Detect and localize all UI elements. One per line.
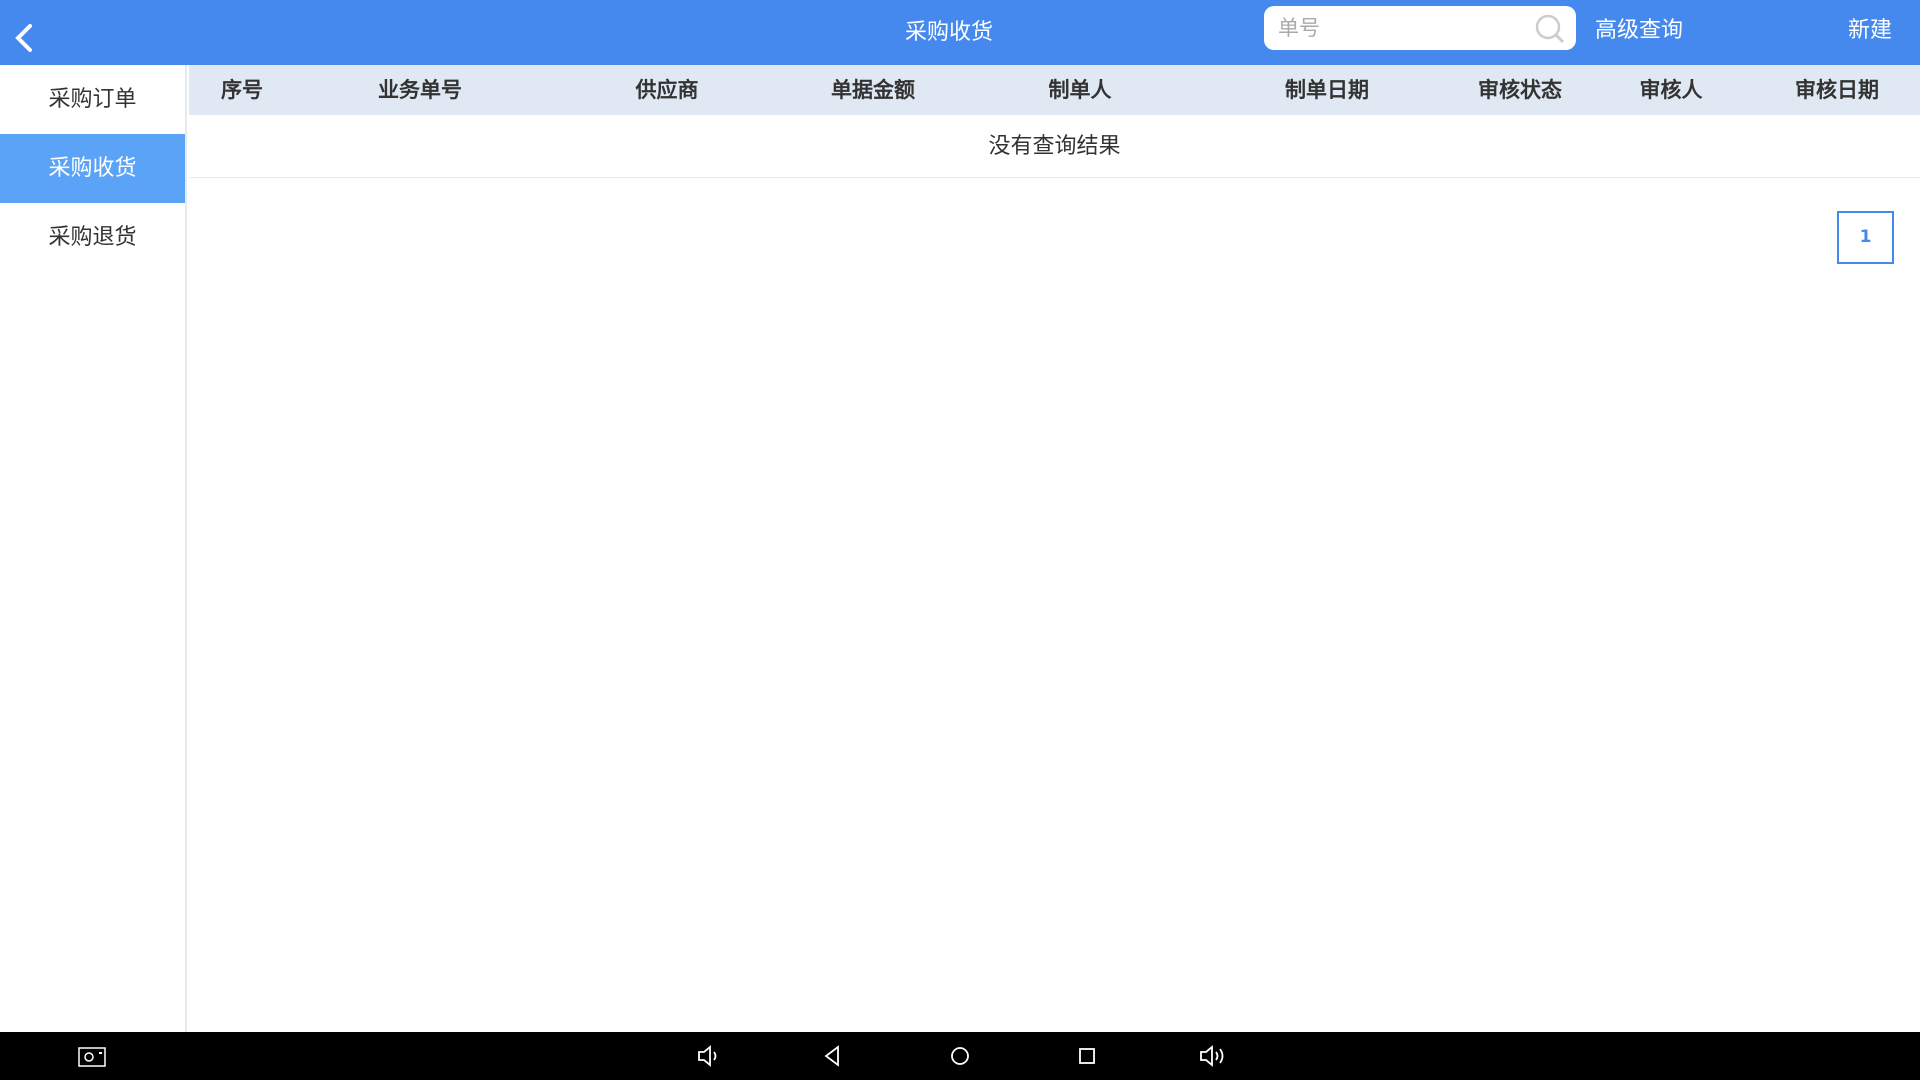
column-header: 审核状态 (1478, 65, 1562, 115)
column-header: 审核人 (1640, 65, 1703, 115)
top-bar: 采购收货 高级查询 新建 (0, 0, 1920, 65)
recents-icon[interactable] (1072, 1042, 1102, 1070)
search-box (1264, 6, 1576, 50)
search-input[interactable] (1278, 14, 1518, 42)
column-header: 制单日期 (1285, 65, 1369, 115)
search-icon[interactable] (1534, 13, 1566, 45)
chevron-left-icon (10, 18, 40, 58)
column-header: 审核日期 (1795, 65, 1879, 115)
screenshot-icon[interactable] (77, 1042, 107, 1070)
home-icon[interactable] (945, 1042, 975, 1070)
table-header: 序号 业务单号 供应商 单据金额 制单人 制单日期 审核状态 审核人 审核日期 (189, 65, 1920, 115)
system-nav-bar (0, 1032, 1920, 1080)
volume-up-icon[interactable] (1197, 1042, 1227, 1070)
advanced-search-button[interactable]: 高级查询 (1595, 12, 1683, 44)
page-title: 采购收货 (849, 14, 1049, 46)
column-header: 单据金额 (831, 65, 915, 115)
page-button-current[interactable]: 1 (1837, 211, 1894, 264)
back-nav-icon[interactable] (818, 1042, 848, 1070)
column-header: 制单人 (1049, 65, 1112, 115)
empty-result-message: 没有查询结果 (189, 115, 1920, 178)
sidebar-item-purchase-receipt[interactable]: 采购收货 (0, 134, 185, 203)
back-button[interactable] (10, 18, 40, 58)
column-header: 业务单号 (378, 65, 462, 115)
column-header: 序号 (221, 65, 263, 115)
volume-down-icon[interactable] (693, 1042, 723, 1070)
column-header: 供应商 (636, 65, 699, 115)
sidebar-item-purchase-return[interactable]: 采购退货 (0, 203, 185, 272)
new-button[interactable]: 新建 (1848, 12, 1892, 44)
sidebar: 采购订单 采购收货 采购退货 (0, 65, 187, 1032)
sidebar-item-purchase-order[interactable]: 采购订单 (0, 65, 185, 134)
